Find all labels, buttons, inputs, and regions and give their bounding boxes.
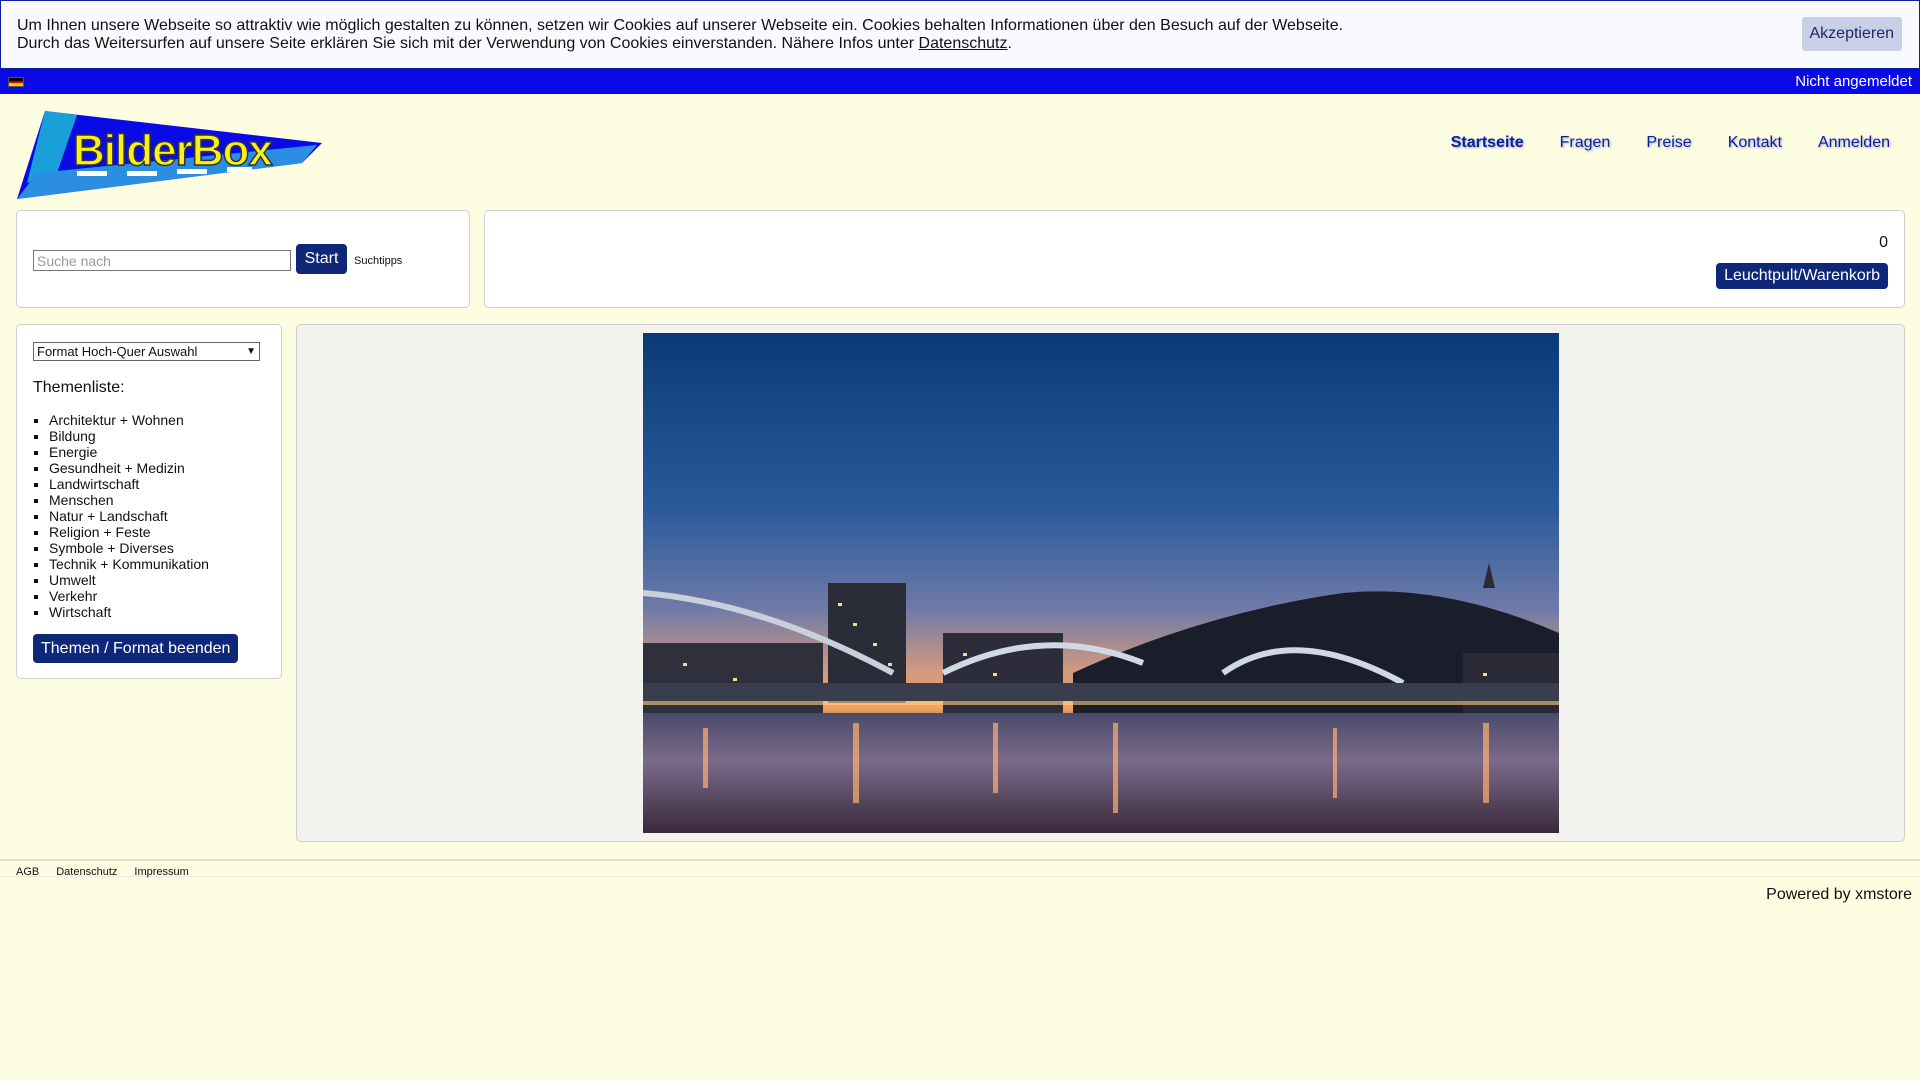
logo-text: BilderBox bbox=[73, 126, 273, 175]
cookie-text-line2-suffix: . bbox=[1007, 35, 1012, 52]
format-select[interactable]: Format Hoch-Quer Auswahl ▼ bbox=[33, 342, 260, 361]
footer-link-agb[interactable]: AGB bbox=[16, 866, 39, 878]
themen-list: Architektur + Wohnen Bildung Energie Ges… bbox=[33, 412, 209, 620]
cookie-text-line1: Um Ihnen unsere Webseite so attraktiv wi… bbox=[17, 17, 1344, 34]
nav-startseite[interactable]: Startseite bbox=[1451, 134, 1524, 152]
flag-de-icon[interactable] bbox=[8, 77, 24, 87]
nav-kontakt[interactable]: Kontakt bbox=[1728, 134, 1782, 152]
featured-photo[interactable] bbox=[643, 333, 1559, 833]
footer-link-datenschutz[interactable]: Datenschutz bbox=[56, 866, 117, 878]
cookie-privacy-link[interactable]: Datenschutz bbox=[919, 35, 1008, 52]
search-input[interactable] bbox=[33, 250, 291, 271]
sidebar-panel: Format Hoch-Quer Auswahl ▼ Themenliste: … bbox=[16, 324, 282, 679]
themen-item[interactable]: Gesundheit + Medizin bbox=[49, 460, 209, 476]
chevron-down-icon: ▼ bbox=[246, 346, 256, 357]
nav-preise[interactable]: Preise bbox=[1646, 134, 1691, 152]
cookie-banner: Um Ihnen unsere Webseite so attraktiv wi… bbox=[0, 0, 1920, 69]
themen-item[interactable]: Bildung bbox=[49, 428, 209, 444]
search-tips-link[interactable]: Suchtipps bbox=[354, 255, 402, 267]
cookie-text-line2-prefix: Durch das Weitersurfen auf unsere Seite … bbox=[17, 35, 919, 52]
footer-link-impressum[interactable]: Impressum bbox=[134, 866, 188, 878]
themen-item[interactable]: Landwirtschaft bbox=[49, 476, 209, 492]
themen-item[interactable]: Architektur + Wohnen bbox=[49, 412, 209, 428]
themen-item[interactable]: Energie bbox=[49, 444, 209, 460]
themen-item[interactable]: Umwelt bbox=[49, 572, 209, 588]
nav-fragen[interactable]: Fragen bbox=[1560, 134, 1611, 152]
cart-panel: 0 Leuchtpult/Warenkorb bbox=[484, 210, 1905, 308]
end-themes-format-button[interactable]: Themen / Format beenden bbox=[33, 634, 239, 663]
cookie-text-line2: Durch das Weitersurfen auf unsere Seite … bbox=[17, 35, 1343, 53]
themen-item[interactable]: Wirtschaft bbox=[49, 604, 209, 620]
footer-links: AGB Datenschutz Impressum bbox=[16, 866, 189, 878]
powered-by: Powered by xmstore bbox=[1766, 886, 1912, 903]
main-image-panel bbox=[296, 324, 1905, 842]
search-panel: Start Suchtipps bbox=[16, 210, 470, 308]
bilderbox-logo[interactable]: BilderBox bbox=[17, 103, 322, 199]
themen-item[interactable]: Menschen bbox=[49, 492, 209, 508]
accept-cookies-button[interactable]: Akzeptieren bbox=[1801, 17, 1902, 51]
format-select-value: Format Hoch-Quer Auswahl bbox=[37, 344, 198, 359]
footer-divider bbox=[0, 859, 1920, 877]
login-status: Nicht angemeldet bbox=[1795, 73, 1912, 90]
themen-title: Themenliste: bbox=[33, 379, 125, 396]
search-start-button[interactable]: Start bbox=[296, 244, 347, 274]
themen-item[interactable]: Natur + Landschaft bbox=[49, 508, 209, 524]
themen-item[interactable]: Religion + Feste bbox=[49, 524, 209, 540]
cart-count: 0 bbox=[1879, 234, 1888, 251]
themen-item[interactable]: Symbole + Diverses bbox=[49, 540, 209, 556]
themen-item[interactable]: Technik + Kommunikation bbox=[49, 556, 209, 572]
main-navigation: Startseite Fragen Preise Kontakt Anmelde… bbox=[1451, 134, 1890, 152]
lightbox-cart-button[interactable]: Leuchtpult/Warenkorb bbox=[1716, 263, 1888, 289]
cookie-text: Um Ihnen unsere Webseite so attraktiv wi… bbox=[17, 17, 1343, 53]
top-bar: Nicht angemeldet bbox=[0, 69, 1920, 94]
nav-anmelden[interactable]: Anmelden bbox=[1818, 134, 1890, 152]
themen-item[interactable]: Verkehr bbox=[49, 588, 209, 604]
